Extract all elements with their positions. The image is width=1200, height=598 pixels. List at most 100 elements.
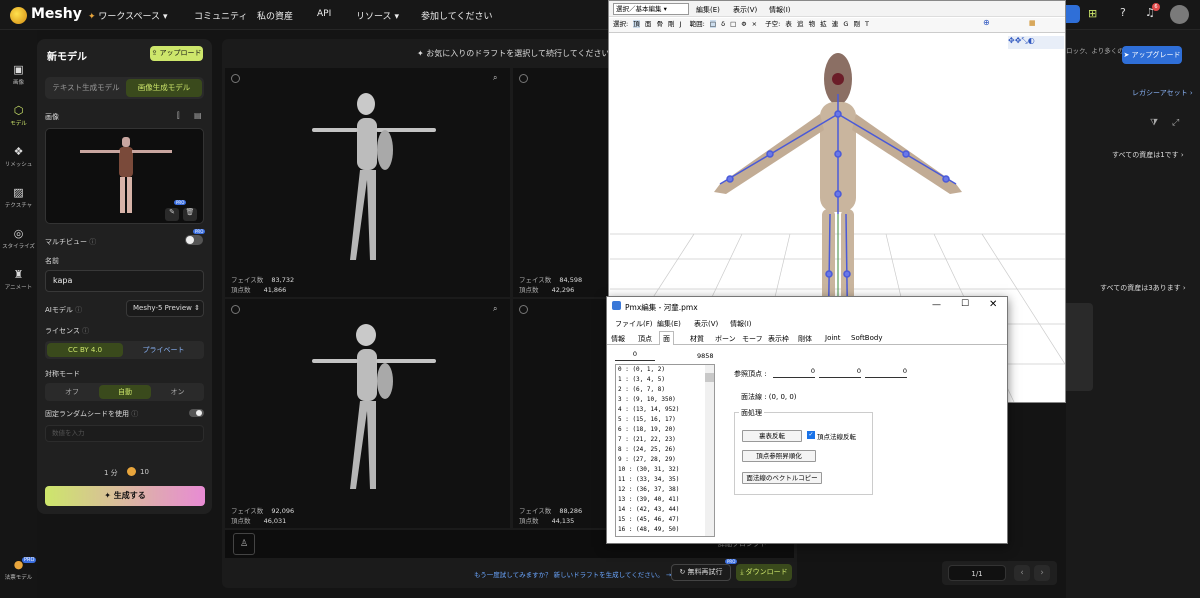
face-list-item[interactable]: 9 : (27, 28, 29) [618,455,714,465]
page-indicator[interactable]: 1/1 [948,565,1006,581]
face-list-item[interactable]: 11 : (33, 34, 35) [618,475,714,485]
close-icon[interactable]: ✕ [989,299,997,310]
tb-sub-5[interactable]: 連 [832,20,839,28]
pose-icon[interactable]: ♙ [233,533,255,555]
gift-icon[interactable]: ⊞ [1088,7,1097,20]
tab-material[interactable]: 材質 [690,334,704,344]
legacy-assets-link[interactable]: レガシーアセット › [1132,88,1193,98]
generate-button[interactable]: ✦ 生成する [45,486,205,506]
image-preview[interactable]: ✎ PRO 🗑 [45,128,204,224]
filter-icon[interactable]: ⧩ [1150,118,1158,128]
tb-vertex[interactable]: 頂 [633,20,640,28]
trash-icon[interactable]: 🗑 [183,208,197,221]
face-list-item[interactable]: 3 : (9, 10, 350) [618,395,714,405]
nav-assets[interactable]: 私の資産 [257,9,293,22]
select-radio[interactable] [519,305,528,314]
ref-vertex-2[interactable]: 0 [819,367,861,378]
upgrade-button[interactable]: ➤ アップグレード [1122,46,1182,64]
expand-icon[interactable]: ⤢ [1172,118,1179,128]
tab-rigid[interactable]: 剛体 [798,334,812,344]
license-private[interactable]: プライベート [125,343,202,357]
meshy-logo-icon[interactable] [10,7,27,24]
upload-button[interactable]: ⇪ アップロード [150,46,203,61]
menu-info[interactable]: 情報(I) [730,319,752,329]
flip-face-button[interactable]: 裏表反転 [742,430,802,442]
face-list-item[interactable]: 6 : (18, 19, 20) [618,425,714,435]
tab-softbody[interactable]: SoftBody [851,334,882,342]
ai-model-select[interactable]: Meshy-5 Preview ⇕ [126,300,204,317]
face-list-item[interactable]: 1 : (3, 4, 5) [618,375,714,385]
face-list-item[interactable]: 4 : (13, 14, 952) [618,405,714,415]
face-list-item[interactable]: 16 : (48, 49, 50) [618,525,714,535]
name-input[interactable]: kapa [45,270,204,292]
tab-face[interactable]: 面 [659,331,674,345]
nav-animate[interactable]: ♜ アニメート [0,268,37,291]
draft-tile-3[interactable]: ⌕ フェイス数 92,096 頂点数 46,031 [225,299,510,528]
viewport-gizmo-icons[interactable]: ✥✥⤡◐ [1008,36,1064,49]
tab-vertex[interactable]: 頂点 [638,334,652,344]
nav-image[interactable]: ▣ 画像 [0,63,37,86]
ref-vertex-3[interactable]: 0 [865,367,907,378]
face-list-item[interactable]: 12 : (36, 37, 38) [618,485,714,495]
draft-tile-1[interactable]: ⌕ フェイス数 83,732 頂点数 41,866 [225,68,510,297]
edit-mode-select[interactable]: 選択／基本編集 ▾ [613,3,689,15]
nav-community[interactable]: コミュニティ [194,9,247,22]
app-logo-text[interactable]: Meshy [31,6,82,22]
tab-bone[interactable]: ボーン [715,334,736,344]
menu-info[interactable]: 情報(I) [769,5,791,15]
minimize-icon[interactable]: — [932,300,941,310]
tb-sub-1[interactable]: 表 [785,20,792,28]
face-list-item[interactable]: 2 : (6, 7, 8) [618,385,714,395]
tb-joint[interactable]: J [680,20,682,28]
nav-texture[interactable]: ▨ テクスチャ [0,186,37,209]
face-list-item[interactable]: 13 : (39, 40, 41) [618,495,714,505]
download-button[interactable]: ⤓ ダウンロード [736,564,792,581]
tb-sub-4[interactable]: 拡 [820,20,827,28]
select-radio[interactable] [231,74,240,83]
tb-bone[interactable]: 骨 [656,20,663,28]
tb-face[interactable]: 面 [645,20,652,28]
nav-remesh[interactable]: ❖ リメッシュ [0,145,37,168]
face-list-item[interactable]: 14 : (42, 43, 44) [618,505,714,515]
help-icon[interactable]: ? [1120,6,1126,19]
menu-view[interactable]: 表示(V) [694,319,718,329]
tb-sub-6[interactable]: G [843,20,848,28]
face-list-item[interactable]: 0 : (0, 1, 2) [618,365,714,375]
copy-normal-button[interactable]: 面法線のベクトルコピー [742,472,822,484]
symmetry-auto[interactable]: 自動 [99,385,151,399]
select-radio[interactable] [231,305,240,314]
multiview-toggle[interactable] [185,235,203,245]
tab-info[interactable]: 情報 [611,334,625,344]
avatar[interactable] [1170,5,1189,24]
free-retry-button[interactable]: ↻ 無料再試行 [671,564,731,581]
split-icon[interactable]: ⫿ [177,111,180,121]
all-assets-count-1[interactable]: すべての資産は1です › [1112,150,1184,160]
face-list-item[interactable]: 5 : (15, 16, 17) [618,415,714,425]
all-assets-count-2[interactable]: すべての資産は3あります › [1100,283,1186,293]
zoom-icon[interactable]: ⌕ [493,73,497,83]
tb-sub-7[interactable]: 剛 [853,20,860,28]
next-page-icon[interactable]: › [1034,565,1050,581]
tb-range-box2[interactable]: □ [730,20,736,28]
tab-joint[interactable]: Joint [825,334,840,342]
seed-input[interactable]: 数値を入力 [45,425,204,442]
face-list-item[interactable]: 10 : (30, 31, 32) [618,465,714,475]
menu-edit[interactable]: 編集(E) [696,5,720,15]
tb-sub-3[interactable]: 物 [809,20,816,28]
nav-model[interactable]: ⬡ モデル [0,104,37,127]
license-cc[interactable]: CC BY 4.0 [47,343,123,357]
prev-page-icon[interactable]: ‹ [1014,565,1030,581]
tb-sub-2[interactable]: 追 [797,20,804,28]
face-list-scrollbar[interactable] [705,365,714,536]
symmetry-off[interactable]: オフ [47,385,97,399]
menu-view[interactable]: 表示(V) [733,5,757,15]
face-index-input[interactable]: 0 [615,350,655,361]
tab-image-model[interactable]: 画像生成モデル [126,79,202,97]
tab-text-model[interactable]: テキスト生成モデル [47,79,125,97]
tb-range-box[interactable]: □ [709,20,717,28]
nav-api[interactable]: API [317,9,331,19]
maximize-icon[interactable]: ☐ [961,299,969,309]
face-list-item[interactable]: 8 : (24, 25, 26) [618,445,714,455]
face-list[interactable]: 0 : (0, 1, 2) 1 : (3, 4, 5) 2 : (6, 7, 8) 3… [615,364,715,537]
flip-normal-checkbox[interactable]: ✓ [807,431,815,439]
